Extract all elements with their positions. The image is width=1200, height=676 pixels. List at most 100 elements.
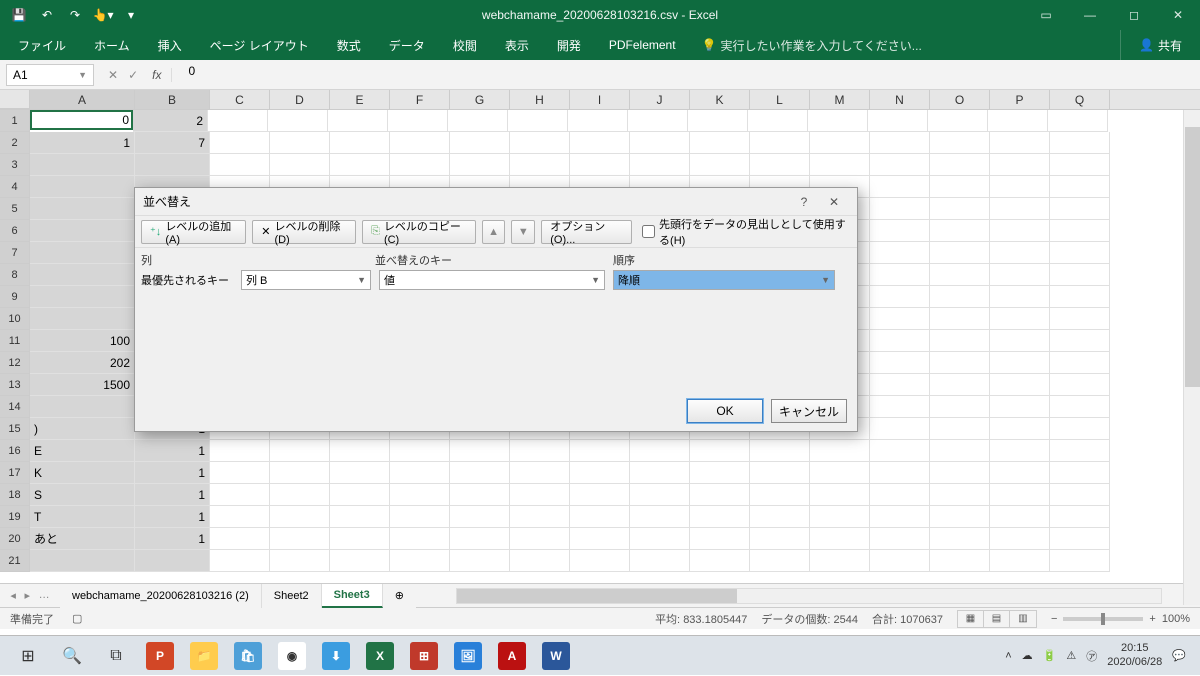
cell[interactable]: [30, 264, 135, 286]
sheet-tab-1[interactable]: webchamame_20200628103216 (2): [60, 584, 262, 608]
cell[interactable]: [1050, 396, 1110, 418]
cell[interactable]: [390, 550, 450, 572]
share-button[interactable]: 👤 共有: [1120, 30, 1200, 60]
horizontal-scrollbar[interactable]: [456, 588, 1163, 604]
save-icon[interactable]: 💾: [8, 4, 30, 26]
copy-level-button[interactable]: ⎘レベルのコピー(C): [362, 220, 476, 244]
nav-more-icon[interactable]: …: [39, 589, 50, 602]
page-break-view-icon[interactable]: ▥: [1010, 611, 1036, 627]
row-header[interactable]: 21: [0, 550, 30, 572]
cell[interactable]: [930, 374, 990, 396]
cell[interactable]: [30, 220, 135, 242]
row-header[interactable]: 14: [0, 396, 30, 418]
cell[interactable]: [990, 484, 1050, 506]
tab-data[interactable]: データ: [375, 30, 439, 60]
cell[interactable]: [930, 330, 990, 352]
row-header[interactable]: 20: [0, 528, 30, 550]
cell[interactable]: [1050, 374, 1110, 396]
cell[interactable]: [1050, 308, 1110, 330]
undo-icon[interactable]: ↶: [36, 4, 58, 26]
cell[interactable]: [990, 132, 1050, 154]
add-level-button[interactable]: ⁺↓レベルの追加(A): [141, 220, 246, 244]
zoom-out-icon[interactable]: −: [1051, 613, 1057, 625]
cell[interactable]: [690, 506, 750, 528]
cell[interactable]: 2: [133, 110, 208, 132]
cell[interactable]: [930, 154, 990, 176]
col-header-o[interactable]: O: [930, 90, 990, 109]
cell[interactable]: [750, 440, 810, 462]
cell[interactable]: [210, 462, 270, 484]
cell[interactable]: [990, 396, 1050, 418]
taskbar-app-store[interactable]: 🛍: [226, 636, 270, 676]
cell[interactable]: [570, 440, 630, 462]
cell[interactable]: [210, 484, 270, 506]
cell[interactable]: [448, 110, 508, 132]
cell[interactable]: K: [30, 462, 135, 484]
cell[interactable]: [390, 154, 450, 176]
cell[interactable]: [990, 176, 1050, 198]
cell[interactable]: [750, 550, 810, 572]
cell[interactable]: [1050, 550, 1110, 572]
options-button[interactable]: オプション(O)...: [541, 220, 632, 244]
col-header-k[interactable]: K: [690, 90, 750, 109]
cell[interactable]: [1050, 154, 1110, 176]
tray-battery-icon[interactable]: 🔋: [1043, 649, 1057, 662]
cell[interactable]: [328, 110, 388, 132]
row-header[interactable]: 19: [0, 506, 30, 528]
cell[interactable]: [990, 528, 1050, 550]
taskbar-app-download[interactable]: ⬇: [314, 636, 358, 676]
notification-icon[interactable]: 💬: [1172, 649, 1186, 662]
cell[interactable]: 202: [30, 352, 135, 374]
cell[interactable]: [30, 396, 135, 418]
start-button[interactable]: ⊞: [6, 636, 50, 676]
tab-home[interactable]: ホーム: [80, 30, 144, 60]
cell[interactable]: [510, 506, 570, 528]
cell[interactable]: [870, 462, 930, 484]
row-header[interactable]: 12: [0, 352, 30, 374]
cell[interactable]: [210, 132, 270, 154]
fx-icon[interactable]: fx: [152, 68, 172, 82]
cell[interactable]: [870, 396, 930, 418]
taskbar-app-explorer[interactable]: 📁: [182, 636, 226, 676]
cell[interactable]: [450, 484, 510, 506]
tab-formulas[interactable]: 数式: [323, 30, 375, 60]
cell[interactable]: [810, 506, 870, 528]
cell[interactable]: [870, 242, 930, 264]
cell[interactable]: 1: [135, 528, 210, 550]
cell[interactable]: 1: [135, 462, 210, 484]
cell[interactable]: [870, 308, 930, 330]
minimize-icon[interactable]: —: [1068, 0, 1112, 30]
cell[interactable]: [570, 506, 630, 528]
zoom-slider[interactable]: [1063, 617, 1143, 621]
cell[interactable]: [270, 462, 330, 484]
cell[interactable]: [990, 242, 1050, 264]
ok-button[interactable]: OK: [687, 399, 763, 423]
cell[interactable]: [930, 132, 990, 154]
cell[interactable]: [930, 286, 990, 308]
cell[interactable]: [208, 110, 268, 132]
nav-next-icon[interactable]: ▸: [24, 589, 30, 602]
macro-record-icon[interactable]: ▢: [72, 612, 82, 625]
normal-view-icon[interactable]: ▦: [958, 611, 984, 627]
header-row-checkbox[interactable]: 先頭行をデータの見出しとして使用する(H): [642, 216, 851, 248]
cell[interactable]: [1050, 330, 1110, 352]
cell[interactable]: [1050, 176, 1110, 198]
cell[interactable]: 1500: [30, 374, 135, 396]
row-header[interactable]: 6: [0, 220, 30, 242]
cell[interactable]: [390, 484, 450, 506]
cell[interactable]: [630, 440, 690, 462]
cell[interactable]: [990, 330, 1050, 352]
cell[interactable]: [270, 132, 330, 154]
header-row-checkbox-input[interactable]: [642, 225, 655, 238]
taskbar-app-word[interactable]: W: [534, 636, 578, 676]
cell[interactable]: [1050, 418, 1110, 440]
cell[interactable]: [135, 550, 210, 572]
taskbar-app-misc1[interactable]: ⊞: [402, 636, 446, 676]
row-header[interactable]: 8: [0, 264, 30, 286]
cell[interactable]: [1050, 462, 1110, 484]
scrollbar-thumb[interactable]: [1185, 127, 1200, 387]
cell[interactable]: [870, 374, 930, 396]
tab-view[interactable]: 表示: [491, 30, 543, 60]
dialog-close-icon[interactable]: ✕: [819, 195, 849, 209]
formula-input[interactable]: 0: [182, 64, 1200, 86]
